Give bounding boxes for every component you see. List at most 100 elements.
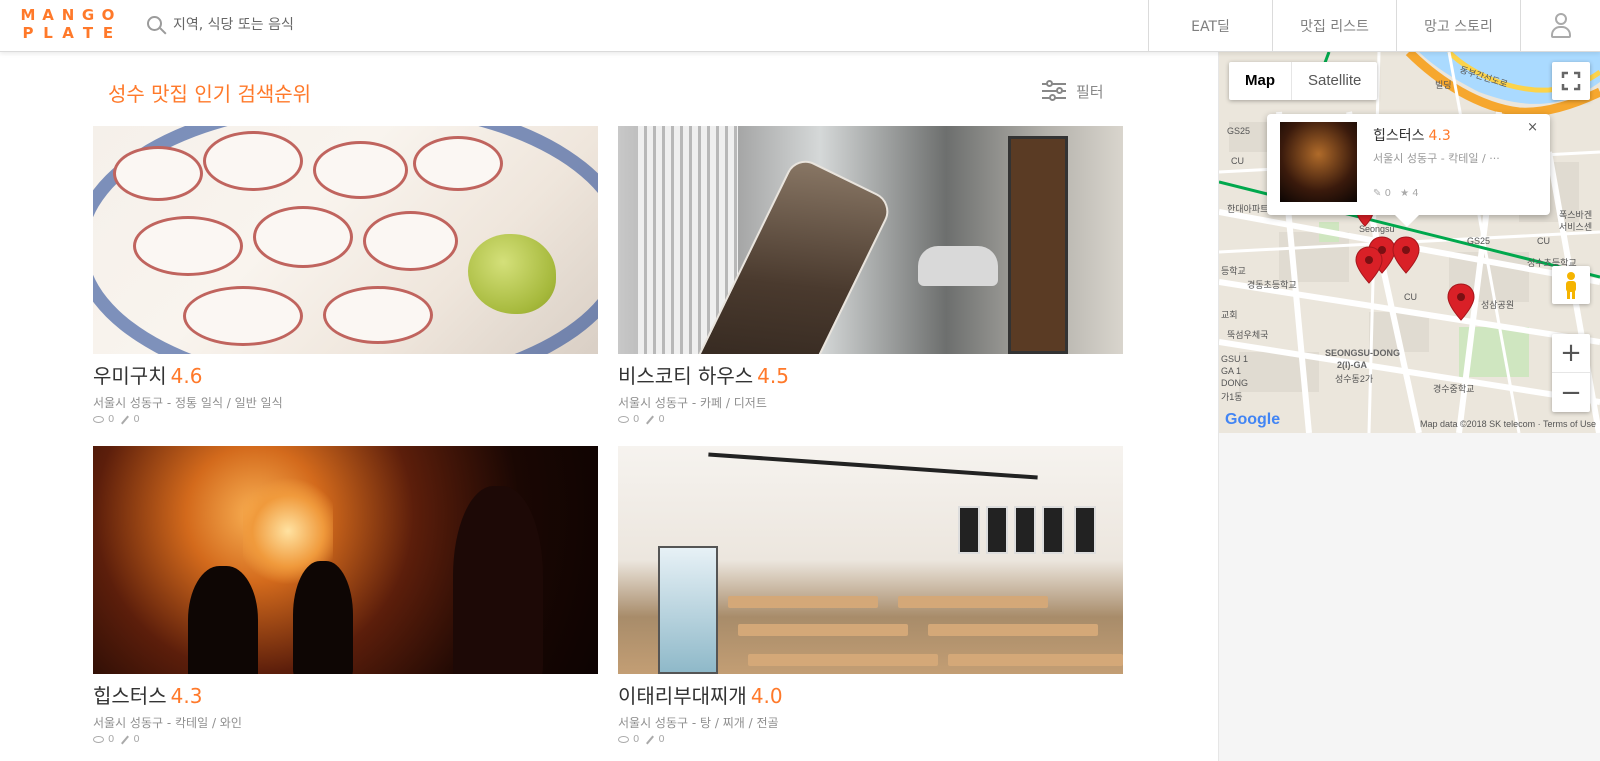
map-panel[interactable]: GS25 CU Seongsu GS25 CU CU 한대아파트 경동초등학교 … xyxy=(1219,52,1600,433)
star-count: 4 xyxy=(1412,188,1419,199)
map-label: 한대아파트 xyxy=(1227,204,1269,214)
eye-icon xyxy=(93,416,104,423)
review-count: 0 xyxy=(1384,188,1391,199)
map-label: 경동초등학교 xyxy=(1247,280,1297,290)
view-count: 0 xyxy=(108,414,115,425)
restaurant-title[interactable]: 힙스터스 4.3 xyxy=(93,680,598,709)
zoom-control: + − xyxy=(1552,334,1590,412)
review-count: 0 xyxy=(658,734,665,745)
filter-label: 필터 xyxy=(1076,82,1104,101)
info-window-title[interactable]: 힙스터스 4.3 xyxy=(1373,125,1451,145)
nav-restaurant-list[interactable]: 맛집 리스트 xyxy=(1272,0,1396,51)
restaurant-score: 4.6 xyxy=(170,364,203,388)
restaurant-photo[interactable] xyxy=(93,126,598,354)
search-icon[interactable] xyxy=(145,14,167,36)
map-label: 등학교 xyxy=(1221,266,1246,276)
restaurant-photo[interactable] xyxy=(618,446,1123,674)
restaurant-photo[interactable] xyxy=(618,126,1123,354)
map-label: CU xyxy=(1404,292,1417,302)
google-logo: Google xyxy=(1225,411,1281,428)
info-window-meta: 서울시 성동구 - 칵테일 / ··· xyxy=(1373,152,1500,165)
close-icon[interactable]: × xyxy=(1527,120,1538,135)
restaurant-score: 4.0 xyxy=(750,684,783,708)
review-count: 0 xyxy=(133,734,140,745)
filter-button[interactable]: 필터 xyxy=(1042,80,1104,102)
restaurant-card[interactable]: 우미구치 4.6 서울시 성동구 - 정통 일식 / 일반 일식 0 0 xyxy=(93,126,598,425)
restaurant-card[interactable]: 비스코티 하우스 4.5 서울시 성동구 - 카페 / 디저트 0 0 xyxy=(618,126,1123,425)
map-label: 뚝섬우체국 xyxy=(1227,330,1269,340)
map-label: GA 1 xyxy=(1221,366,1242,376)
restaurant-title[interactable]: 우미구치 4.6 xyxy=(93,360,598,389)
street-view-pegman-button[interactable] xyxy=(1552,266,1590,304)
map-type-map-button[interactable]: Map xyxy=(1229,62,1292,100)
logo-letter: O xyxy=(101,6,115,24)
restaurant-stats: 0 0 xyxy=(618,734,1123,745)
restaurant-score: 4.5 xyxy=(757,364,789,388)
view-count: 0 xyxy=(108,734,115,745)
logo-row-top: M A N G O xyxy=(20,8,116,23)
map-label: GS25 xyxy=(1227,126,1251,136)
restaurant-name: 힙스터스 xyxy=(93,684,167,708)
map-label: 경수중학교 xyxy=(1433,384,1475,394)
logo-letter: E xyxy=(102,24,114,42)
restaurant-name: 비스코티 하우스 xyxy=(618,364,754,388)
star-icon: ★ xyxy=(1400,188,1410,199)
restaurant-card[interactable]: 이태리부대찌개 4.0 서울시 성동구 - 탕 / 찌개 / 전골 0 0 xyxy=(618,446,1123,745)
info-window-stats: ✎ 0 ★ 4 xyxy=(1373,188,1419,199)
mangoplate-logo[interactable]: M A N G O P L A T E xyxy=(20,8,120,41)
restaurant-score: 4.3 xyxy=(170,684,203,708)
logo-letter: G xyxy=(81,6,95,24)
map-label: GSU 1 xyxy=(1221,354,1249,364)
map-type-control: Map Satellite xyxy=(1229,62,1378,100)
restaurant-stats: 0 0 xyxy=(93,734,598,745)
logo-letter: M xyxy=(20,6,36,24)
logo-letter: T xyxy=(82,24,94,42)
restaurant-name: 우미구치 xyxy=(93,364,167,388)
pencil-icon xyxy=(646,735,655,744)
map-label: 2(I)-GA xyxy=(1337,360,1367,370)
filter-sliders-icon xyxy=(1042,80,1066,102)
review-count: 0 xyxy=(658,414,665,425)
info-window-score: 4.3 xyxy=(1428,128,1451,144)
review-count: 0 xyxy=(133,414,140,425)
map-label: CU xyxy=(1231,156,1244,166)
logo-letter: A xyxy=(62,24,74,42)
map-label: 성수동2가 xyxy=(1335,374,1374,384)
right-panel-empty xyxy=(1219,433,1600,761)
info-window-photo[interactable] xyxy=(1280,122,1357,202)
user-menu-button[interactable] xyxy=(1520,0,1600,51)
pegman-icon xyxy=(1566,272,1576,299)
nav-mango-story[interactable]: 망고 스토리 xyxy=(1396,0,1520,51)
map-info-window[interactable]: 힙스터스 4.3 서울시 성동구 - 칵테일 / ··· ✎ 0 ★ 4 × xyxy=(1267,114,1550,227)
search-input[interactable] xyxy=(173,17,673,33)
map-attribution[interactable]: Map data ©2018 SK telecom · Terms of Use xyxy=(1420,419,1596,429)
restaurant-title[interactable]: 비스코티 하우스 4.5 xyxy=(618,360,1123,389)
nav-eat-deal[interactable]: EAT딜 xyxy=(1148,0,1272,51)
pencil-icon xyxy=(121,735,130,744)
fullscreen-button[interactable] xyxy=(1552,62,1590,100)
map-label: SEONGSU-DONG xyxy=(1325,348,1401,358)
user-icon xyxy=(1550,12,1572,39)
logo-letter: N xyxy=(61,6,75,24)
restaurant-meta: 서울시 성동구 - 칵테일 / 와인 xyxy=(93,716,242,730)
search-bar xyxy=(145,10,745,40)
zoom-in-button[interactable]: + xyxy=(1552,334,1590,373)
map-label: 교회 xyxy=(1221,310,1238,320)
restaurant-photo[interactable] xyxy=(93,446,598,674)
restaurant-stats: 0 0 xyxy=(93,414,598,425)
eye-icon xyxy=(618,416,629,423)
pencil-icon xyxy=(121,415,130,424)
logo-letter: P xyxy=(22,24,34,42)
zoom-out-button[interactable]: − xyxy=(1552,373,1590,412)
map-label: DONG xyxy=(1221,378,1248,388)
map-label: Seongsu xyxy=(1359,224,1395,234)
map-label: 서비스센 xyxy=(1559,222,1593,232)
logo-row-bottom: P L A T E xyxy=(20,26,116,41)
eye-icon xyxy=(93,736,104,743)
info-window-name: 힙스터스 xyxy=(1373,128,1425,144)
map-type-satellite-button[interactable]: Satellite xyxy=(1292,62,1377,100)
restaurant-title[interactable]: 이태리부대찌개 4.0 xyxy=(618,680,1123,709)
restaurant-name: 이태리부대찌개 xyxy=(618,684,747,708)
top-nav: EAT딜 맛집 리스트 망고 스토리 xyxy=(1148,0,1600,51)
restaurant-card[interactable]: 힙스터스 4.3 서울시 성동구 - 칵테일 / 와인 0 0 xyxy=(93,446,598,745)
